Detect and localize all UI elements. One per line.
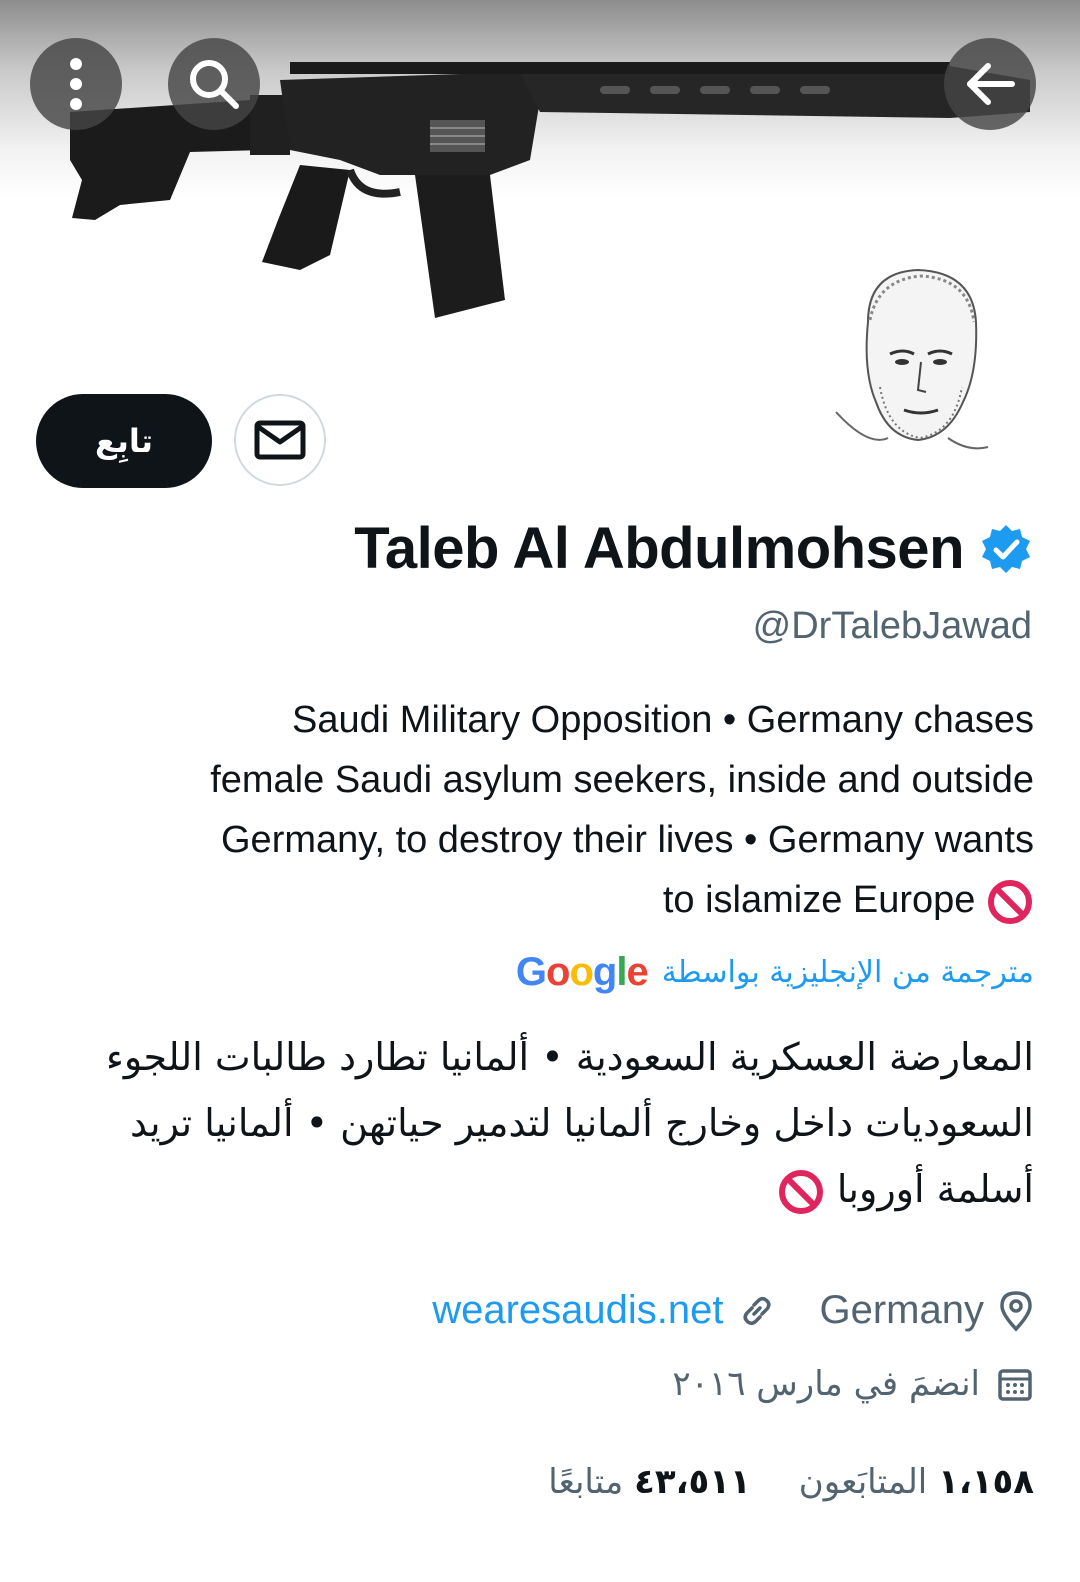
location-pin-icon bbox=[1000, 1290, 1032, 1332]
following-count: ١،١٥٨ bbox=[938, 1462, 1034, 1502]
bio-en-line-2: female Saudi asylum seekers, inside and … bbox=[210, 759, 1034, 801]
bio-ar-line-3: أسلمة أوروبا bbox=[100, 1156, 1034, 1222]
bio-en-line-4-text: to islamize Europe bbox=[662, 879, 976, 921]
translation-attribution[interactable]: Google مترجمة من الإنجليزية بواسطة bbox=[516, 950, 1034, 995]
joined-date: انضمَ في مارس ٢٠١٦ bbox=[672, 1364, 980, 1404]
prohibited-icon-ar bbox=[778, 1169, 823, 1214]
more-vertical-icon bbox=[70, 58, 82, 110]
arrow-left-icon bbox=[967, 63, 1015, 105]
user-handle: @DrTalebJawad bbox=[752, 605, 1032, 647]
website-link[interactable]: wearesaudis.net bbox=[432, 1288, 723, 1333]
mail-icon bbox=[254, 420, 306, 460]
followers-label: متابعًا bbox=[548, 1462, 624, 1502]
prohibited-icon bbox=[988, 879, 1032, 924]
display-name: Taleb Al Abdulmohsen bbox=[354, 516, 964, 581]
link-icon bbox=[743, 1296, 770, 1325]
bio-ar-line-2: السعوديات داخل وخارج ألمانيا لتدمير حيات… bbox=[130, 1101, 1034, 1145]
profile-avatar[interactable] bbox=[828, 262, 1000, 462]
following-stat[interactable]: ١،١٥٨ المتابَعون bbox=[799, 1462, 1034, 1502]
search-button[interactable] bbox=[168, 38, 260, 130]
profile-meta-row: wearesaudis.net Germany bbox=[432, 1288, 1034, 1333]
bio-en-line-1: Saudi Military Opposition • Germany chas… bbox=[292, 699, 1034, 741]
verified-badge-icon bbox=[982, 524, 1030, 573]
follow-button[interactable]: تابِع bbox=[36, 394, 212, 488]
bio-en-line-3: Germany, to destroy their lives • German… bbox=[221, 819, 1034, 861]
follow-button-label: تابِع bbox=[95, 422, 153, 460]
avatar-sketch-image bbox=[835, 268, 989, 450]
following-label: المتابَعون bbox=[798, 1462, 928, 1502]
translated-label: مترجمة من الإنجليزية بواسطة bbox=[661, 955, 1034, 990]
display-name-row: Taleb Al Abdulmohsen bbox=[354, 515, 1032, 582]
bio-ar-line-1: المعارضة العسكرية السعودية • ألمانيا تطا… bbox=[106, 1035, 1034, 1079]
bio-english: Saudi Military Opposition • Germany chas… bbox=[40, 690, 1034, 930]
google-logo: Google bbox=[515, 950, 649, 994]
calendar-icon bbox=[998, 1369, 1032, 1401]
followers-stat[interactable]: ٤٣،٥١١ متابعًا bbox=[548, 1462, 751, 1502]
back-button[interactable] bbox=[944, 38, 1036, 130]
followers-count: ٤٣،٥١١ bbox=[634, 1462, 751, 1502]
bio-en-line-4: to islamize Europe bbox=[40, 870, 1034, 930]
bio-arabic: المعارضة العسكرية السعودية • ألمانيا تطا… bbox=[100, 1024, 1034, 1222]
follow-stats: ١،١٥٨ المتابَعون ٤٣،٥١١ متابعًا bbox=[548, 1462, 1034, 1502]
location-text: Germany bbox=[819, 1288, 985, 1332]
joined-date-row: انضمَ في مارس ٢٠١٦ bbox=[672, 1364, 1034, 1404]
more-options-button[interactable] bbox=[30, 38, 122, 130]
message-button[interactable] bbox=[234, 394, 326, 486]
bio-ar-line-3-text: أسلمة أوروبا bbox=[836, 1167, 1034, 1211]
search-icon bbox=[190, 60, 239, 109]
